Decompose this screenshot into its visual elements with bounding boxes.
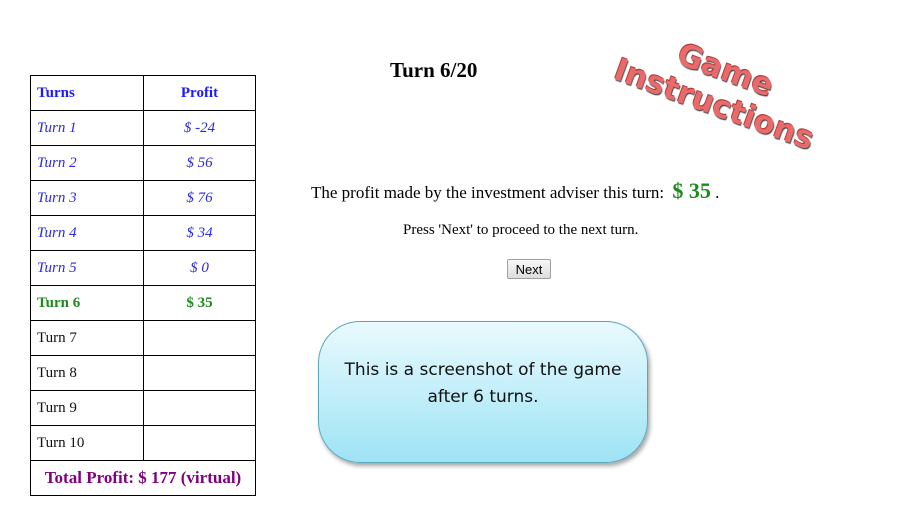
- turn-profit: [143, 355, 256, 391]
- turn-name: Turn 7: [30, 320, 144, 356]
- turns-table: Turns Profit Turn 1 $ -24 Turn 2 $ 56 Tu…: [30, 75, 256, 496]
- turn-profit: $ 0: [143, 250, 256, 286]
- turn-profit: $ 76: [143, 180, 256, 216]
- turn-name: Turn 2: [30, 145, 144, 181]
- profit-message-suffix: .: [715, 183, 720, 202]
- turn-name: Turn 9: [30, 390, 144, 426]
- turn-name: Turn 8: [30, 355, 144, 391]
- table-row: Turn 9: [30, 390, 256, 426]
- turn-profit: $ -24: [143, 110, 256, 146]
- turn-name: Turn 4: [30, 215, 144, 251]
- table-row: Turn 2 $ 56: [30, 145, 256, 181]
- total-profit: Total Profit: $ 177 (virtual): [30, 460, 256, 496]
- game-instructions-link[interactable]: Game Instructions: [609, 18, 831, 157]
- turn-profit-value: $ 35: [672, 178, 711, 203]
- turn-name: Turn 10: [30, 425, 144, 461]
- turn-name: Turn 3: [30, 180, 144, 216]
- turn-profit: $ 34: [143, 215, 256, 251]
- next-hint: Press 'Next' to proceed to the next turn…: [403, 222, 639, 238]
- turns-header: Turns: [30, 75, 144, 111]
- profit-message: The profit made by the investment advise…: [311, 178, 719, 204]
- callout-text: This is a screenshot of the game after 6…: [344, 360, 622, 407]
- table-row: Turn 10: [30, 425, 256, 461]
- turn-profit: [143, 320, 256, 356]
- turn-profit: $ 56: [143, 145, 256, 181]
- next-button[interactable]: Next: [507, 259, 551, 279]
- turn-name: Turn 6: [30, 285, 144, 321]
- current-turn-row: Turn 6 $ 35: [30, 285, 256, 321]
- table-row: Turn 4 $ 34: [30, 215, 256, 251]
- turn-profit: [143, 390, 256, 426]
- table-row: Turn 1 $ -24: [30, 110, 256, 146]
- profit-header: Profit: [143, 75, 256, 111]
- total-row: Total Profit: $ 177 (virtual): [30, 460, 256, 496]
- table-row: Turn 3 $ 76: [30, 180, 256, 216]
- table-row: Turn 8: [30, 355, 256, 391]
- screenshot-callout: This is a screenshot of the game after 6…: [318, 321, 648, 463]
- turn-profit: $ 35: [143, 285, 256, 321]
- table-row: Turn 7: [30, 320, 256, 356]
- table-row: Turn 5 $ 0: [30, 250, 256, 286]
- turn-counter: Turn 6/20: [390, 58, 478, 82]
- turn-name: Turn 1: [30, 110, 144, 146]
- turn-name: Turn 5: [30, 250, 144, 286]
- profit-message-text: The profit made by the investment advise…: [311, 183, 665, 202]
- table-header-row: Turns Profit: [30, 75, 256, 111]
- turn-profit: [143, 425, 256, 461]
